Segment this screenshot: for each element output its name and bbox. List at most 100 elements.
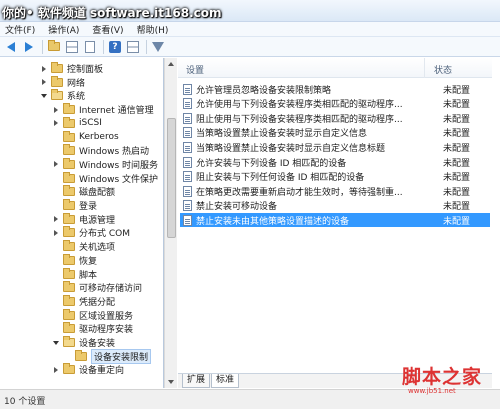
export-icon: [85, 40, 95, 53]
settings-list: 设置 状态 允许管理员忽略设备安装限制策略 未配置 允许使用与下列设备安装程序类相匹…: [178, 58, 492, 373]
column-header-state[interactable]: 状态: [434, 63, 452, 76]
setting-row[interactable]: 禁止安装未由其他策略设置描述的设备 未配置: [180, 213, 490, 228]
tree-item-label: 区域设置服务: [79, 311, 134, 322]
folder-icon: [63, 185, 75, 197]
help-button[interactable]: ?: [108, 40, 122, 54]
back-button[interactable]: [4, 40, 18, 54]
tree-item[interactable]: 系统: [40, 89, 85, 102]
tree-item[interactable]: 磁盘配额: [52, 185, 115, 198]
toolbar-divider: [42, 39, 43, 54]
expanded-arrow-icon[interactable]: [40, 92, 48, 100]
tree-item[interactable]: 设备安装: [52, 336, 115, 349]
filter-icon: [152, 41, 164, 52]
tree-item[interactable]: 区域设置服务: [52, 308, 134, 322]
setting-state: 未配置: [443, 114, 471, 125]
tree-item[interactable]: Windows 时间服务: [52, 157, 158, 171]
setting-row[interactable]: 禁止安装可移动设备 未配置: [180, 199, 490, 213]
setting-name: 当策略设置禁止设备安装时显示自定义信息: [196, 129, 368, 140]
policy-icon: [183, 200, 192, 212]
properties-button[interactable]: [126, 40, 140, 54]
menu-action[interactable]: 操作(A): [48, 23, 79, 36]
tree-item[interactable]: 控制面板: [40, 62, 103, 75]
folder-icon: [51, 89, 63, 101]
window-title: 你的• 软件频道 software.it168.com: [2, 6, 222, 20]
setting-name: 禁止安装未由其他策略设置描述的设备: [196, 216, 350, 227]
setting-state: 未配置: [443, 216, 471, 227]
tree-item[interactable]: 设备安装限制: [64, 348, 152, 364]
tree-scrollbar[interactable]: [164, 58, 177, 388]
collapsed-arrow-icon[interactable]: [40, 78, 48, 86]
expanded-arrow-icon[interactable]: [52, 339, 60, 347]
setting-state: 未配置: [443, 129, 471, 140]
tree-item[interactable]: 分布式 COM: [52, 226, 130, 239]
navigation-tree[interactable]: 控制面板 网络 系统 Internet 通信管理 iSCSI Kerberos Window…: [0, 58, 164, 388]
tree-item-label: 网络: [67, 78, 86, 89]
export-list-button[interactable]: [83, 40, 97, 54]
menu-view[interactable]: 查看(V): [92, 23, 123, 36]
toolbar: ?: [0, 37, 500, 57]
setting-row[interactable]: 阻止使用与下列设备安装程序类相匹配的驱动程序... 未配置: [180, 111, 490, 125]
tab-standard[interactable]: 标准: [211, 374, 240, 388]
collapsed-arrow-icon[interactable]: [52, 160, 60, 168]
scroll-thumb[interactable]: [167, 118, 176, 238]
tree-item-label: iSCSI: [79, 118, 102, 129]
show-hide-tree-button[interactable]: [65, 40, 79, 54]
tree-item[interactable]: 关机选项: [52, 240, 115, 253]
tree-item[interactable]: Internet 通信管理: [52, 103, 154, 116]
collapsed-arrow-icon[interactable]: [52, 106, 60, 114]
tree-item[interactable]: iSCSI: [52, 116, 102, 130]
folder-icon: [75, 349, 87, 361]
up-folder-button[interactable]: [47, 40, 61, 54]
setting-row[interactable]: 允许安装与下列设备 ID 相匹配的设备 未配置: [180, 155, 490, 169]
column-header-setting[interactable]: 设置: [186, 63, 204, 76]
setting-row[interactable]: 在策略更改需要重新启动才能生效时，等待强制重... 未配置: [180, 184, 490, 198]
folder-icon: [48, 40, 60, 51]
tree-item[interactable]: Kerberos: [52, 130, 119, 144]
tree-item[interactable]: Windows 文件保护: [52, 171, 158, 185]
tree-item[interactable]: Windows 热启动: [52, 144, 149, 157]
policy-icon: [183, 171, 192, 183]
scroll-down-icon[interactable]: [168, 380, 174, 384]
filter-button[interactable]: [151, 40, 165, 54]
setting-row[interactable]: 允许使用与下列设备安装程序类相匹配的驱动程序... 未配置: [180, 97, 490, 111]
tree-item[interactable]: 凭据分配: [52, 294, 115, 308]
setting-name: 允许安装与下列设备 ID 相匹配的设备: [196, 158, 347, 169]
setting-row[interactable]: 允许管理员忽略设备安装限制策略 未配置: [180, 82, 490, 96]
tree-item[interactable]: 网络: [40, 75, 86, 89]
tree-item[interactable]: 登录: [52, 199, 97, 212]
column-divider[interactable]: [424, 58, 425, 78]
setting-row[interactable]: 当策略设置禁止设备安装时显示自定义信息标题 未配置: [180, 140, 490, 154]
folder-icon: [51, 62, 63, 73]
help-icon: ?: [109, 40, 121, 53]
setting-row[interactable]: 阻止安装与下列任何设备 ID 相匹配的设备 未配置: [180, 170, 490, 184]
tab-extended[interactable]: 扩展: [182, 374, 211, 388]
tree-item-label: Internet 通信管理: [79, 106, 154, 117]
tree-item[interactable]: 电源管理: [52, 212, 115, 226]
tree-item[interactable]: 可移动存储访问: [52, 281, 142, 294]
collapsed-arrow-icon[interactable]: [52, 119, 60, 127]
forward-button[interactable]: [22, 40, 36, 54]
menu-file[interactable]: 文件(F): [5, 23, 35, 36]
grid-icon: [66, 40, 78, 53]
collapsed-arrow-icon[interactable]: [52, 215, 60, 223]
tree-item-label: 控制面板: [67, 65, 104, 75]
folder-icon: [63, 294, 75, 306]
collapsed-arrow-icon[interactable]: [52, 229, 60, 237]
folder-icon: [63, 103, 75, 115]
collapsed-arrow-icon[interactable]: [40, 65, 48, 73]
tree-item-label: 设备安装: [79, 339, 116, 349]
tree-item[interactable]: 驱动程序安装: [52, 322, 133, 335]
scroll-up-icon[interactable]: [168, 62, 174, 66]
tree-item[interactable]: 设备重定向: [52, 363, 124, 376]
collapsed-arrow-icon[interactable]: [52, 366, 60, 374]
setting-row[interactable]: 当策略设置禁止设备安装时显示自定义信息 未配置: [180, 126, 490, 140]
policy-icon: [183, 112, 192, 124]
menu-help[interactable]: 帮助(H): [137, 23, 169, 36]
tree-item[interactable]: 脚本: [52, 267, 97, 281]
tree-item[interactable]: 恢复: [52, 253, 97, 267]
